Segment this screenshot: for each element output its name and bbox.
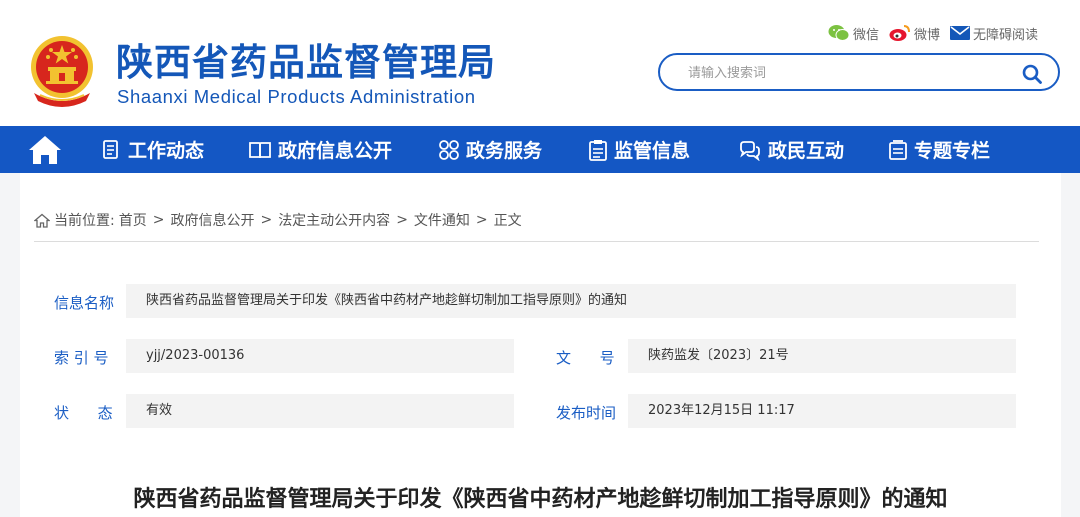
- nav-label: 政务服务: [466, 140, 543, 162]
- info-index-label: 索 引 号: [54, 349, 109, 367]
- home-outline-icon: [34, 213, 50, 228]
- wechat-link[interactable]: 微信: [828, 24, 879, 43]
- info-status-value: 有效: [126, 394, 514, 428]
- nav-label: 政府信息公开: [278, 140, 393, 162]
- breadcrumb-separator: >: [475, 212, 488, 228]
- accessibility-label: 无障碍阅读: [972, 27, 1038, 43]
- weibo-icon: [889, 25, 910, 41]
- breadcrumb-home[interactable]: 首页: [119, 210, 147, 230]
- content-card: 当前位置: 首页 > 政府信息公开 > 法定主动公开内容 > 文件通知 > 正文…: [20, 173, 1061, 517]
- breadcrumb-divider: [34, 241, 1039, 242]
- breadcrumb-gov-info[interactable]: 政府信息公开: [170, 210, 254, 230]
- national-emblem-icon: [31, 36, 93, 107]
- clipboard-icon: [589, 139, 607, 161]
- nav-item-supervision[interactable]: 监管信息: [588, 126, 690, 173]
- site-subtitle: Shaanxi Medical Products Administration: [117, 86, 476, 107]
- breadcrumb-separator: >: [260, 212, 273, 228]
- accessibility-link[interactable]: 无障碍阅读: [949, 24, 1038, 43]
- info-name-label: 信息名称: [54, 294, 115, 312]
- info-index-value: yjj/2023-00136: [126, 339, 514, 373]
- folder-icon: [889, 139, 907, 160]
- breadcrumb: 当前位置: 首页 > 政府信息公开 > 法定主动公开内容 > 文件通知 > 正文: [34, 210, 522, 230]
- breadcrumb-prefix: 当前位置:: [54, 213, 115, 229]
- nav-item-gov-info[interactable]: 政府信息公开: [248, 126, 392, 173]
- info-date-value: 2023年12月15日 11:17: [628, 394, 1016, 428]
- nav-label: 专题专栏: [914, 140, 991, 162]
- document-list-icon: [103, 139, 118, 159]
- article-title: 陕西省药品监督管理局关于印发《陕西省中药材产地趁鲜切制加工指导原则》的通知: [133, 487, 948, 512]
- nav-label: 工作动态: [128, 140, 205, 162]
- info-doc-label: 文 号: [556, 349, 615, 367]
- top-links: 微信 微博 无障碍阅读: [818, 22, 1038, 44]
- breadcrumb-statutory[interactable]: 法定主动公开内容: [278, 210, 390, 230]
- site-header: 陕西省药品监督管理局 Shaanxi Medical Products Admi…: [0, 0, 1080, 126]
- chat-icon: [740, 140, 760, 161]
- search-box: [658, 53, 1060, 91]
- home-icon[interactable]: [28, 134, 62, 166]
- open-book-icon: [249, 141, 271, 158]
- info-name-value: 陕西省药品监督管理局关于印发《陕西省中药材产地趁鲜切制加工指导原则》的通知: [126, 284, 1016, 318]
- info-status-label: 状 态: [54, 404, 113, 422]
- breadcrumb-notices[interactable]: 文件通知: [414, 210, 470, 230]
- weibo-label: 微博: [913, 27, 940, 43]
- grid-icon: [439, 139, 459, 160]
- nav-item-interaction[interactable]: 政民互动: [738, 126, 844, 173]
- info-date-label: 发布时间: [556, 404, 617, 422]
- envelope-icon: [949, 26, 970, 40]
- main-nav: 工作动态 政府信息公开 政务服务 监管信息 政民互动 专题专栏: [0, 126, 1080, 173]
- weibo-link[interactable]: 微博: [889, 24, 940, 43]
- nav-item-special[interactable]: 专题专栏: [888, 126, 990, 173]
- nav-label: 监管信息: [614, 140, 691, 162]
- breadcrumb-current: 正文: [493, 213, 522, 229]
- search-input[interactable]: [688, 63, 1008, 83]
- nav-item-gov-services[interactable]: 政务服务: [438, 126, 542, 173]
- info-doc-value: 陕药监发〔2023〕21号: [628, 339, 1016, 373]
- breadcrumb-separator: >: [152, 212, 165, 228]
- wechat-icon: [828, 25, 850, 41]
- nav-item-work-news[interactable]: 工作动态: [100, 126, 204, 173]
- wechat-label: 微信: [852, 27, 879, 43]
- search-icon[interactable]: [1022, 64, 1042, 84]
- nav-label: 政民互动: [768, 140, 845, 162]
- site-title: 陕西省药品监督管理局: [116, 41, 496, 84]
- breadcrumb-separator: >: [396, 212, 408, 228]
